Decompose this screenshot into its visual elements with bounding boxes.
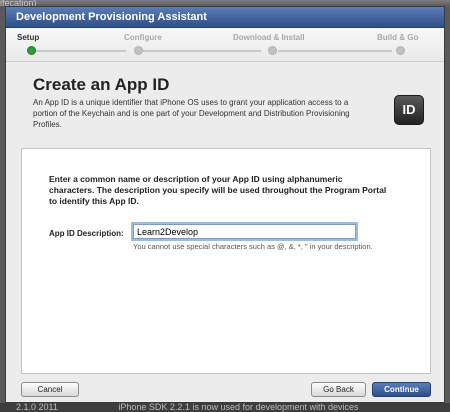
background-window-footer: 2.1.0 2011 iPhone SDK 2.2.1 is now used … xyxy=(0,403,450,412)
step-progress: Setup Configure Download & Install Build… xyxy=(6,28,444,62)
step-download-install-dot xyxy=(268,46,277,55)
window-title: Development Provisioning Assistant xyxy=(6,7,444,28)
form-instructions: Enter a common name or description of yo… xyxy=(49,174,387,206)
background-text-right: iPhone SDK 2.2.1 is now used for develop… xyxy=(118,403,359,412)
go-back-button[interactable]: Go Back xyxy=(311,382,366,397)
app-id-icon: ID xyxy=(394,95,424,125)
page-title: Create an App ID xyxy=(33,75,170,94)
step-build-go-label: Build & Go xyxy=(377,33,419,42)
step-connector xyxy=(143,50,261,52)
step-setup-label: Setup xyxy=(17,33,40,42)
step-configure-label: Configure xyxy=(124,33,162,42)
special-characters-hint: You cannot use special characters such a… xyxy=(133,242,373,251)
cancel-button[interactable]: Cancel xyxy=(21,382,79,397)
step-download-install-label: Download & Install xyxy=(233,33,305,42)
provisioning-assistant-window: Development Provisioning Assistant Setup… xyxy=(5,6,445,403)
step-setup-dot xyxy=(27,46,36,55)
intro-text: An App ID is a unique identifier that iP… xyxy=(33,98,350,129)
step-configure-dot xyxy=(134,46,143,55)
step-connector xyxy=(36,50,126,52)
app-id-description-input[interactable] xyxy=(133,224,356,239)
step-connector xyxy=(278,50,392,52)
continue-button[interactable]: Continue xyxy=(372,382,431,397)
background-text-left: 2.1.0 2011 xyxy=(16,403,58,412)
step-build-go-dot xyxy=(396,46,405,55)
form-panel: Enter a common name or description of yo… xyxy=(21,148,431,374)
app-id-description-label: App ID Description: xyxy=(49,229,124,238)
